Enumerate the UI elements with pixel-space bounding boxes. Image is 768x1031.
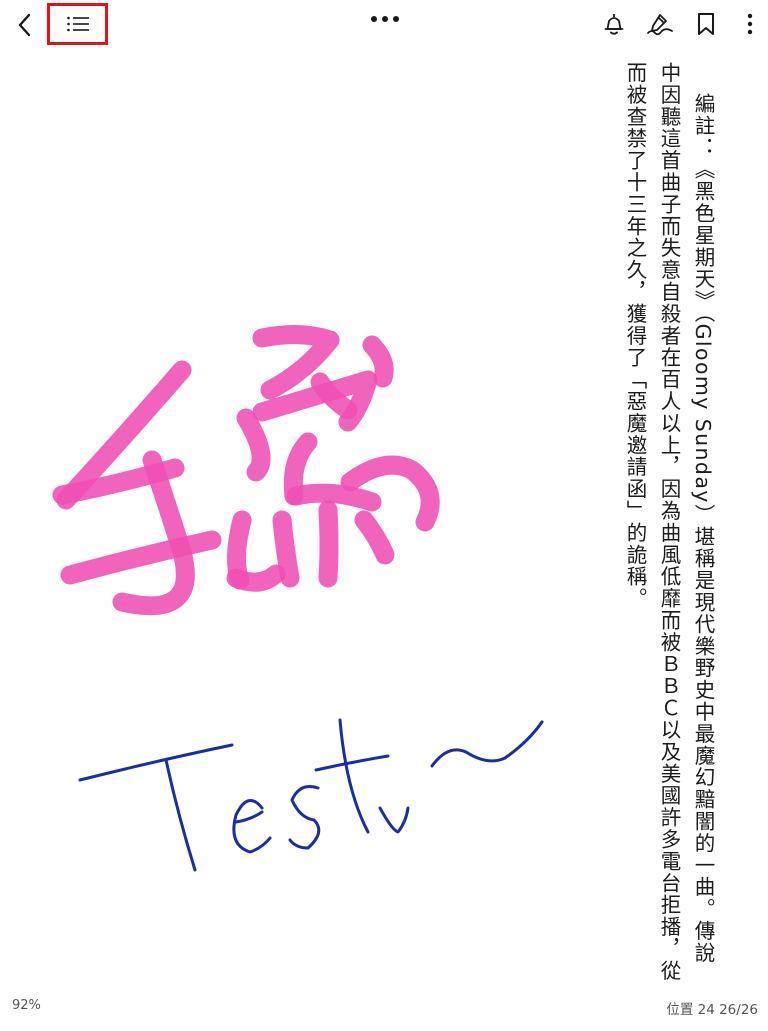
more-options-button[interactable] (364, 6, 406, 32)
pink-handwriting-annotation (52, 324, 440, 616)
reader-screen: 編註：《黑色星期天》（Gloomy Sunday）堪稱是現代樂野史中最魔幻黯闇的… (0, 0, 768, 1031)
bookmark-icon (698, 13, 714, 35)
paragraph: 編註：《黑色星期天》（Gloomy Sunday）堪稱是現代樂野史中最魔幻黯闇的… (623, 62, 715, 982)
top-toolbar (0, 0, 768, 50)
draw-annotation-button[interactable] (642, 8, 678, 40)
vertical-dots-icon (747, 13, 753, 35)
read-aloud-button[interactable] (598, 8, 630, 40)
zoom-level-label: 92% (12, 998, 41, 1013)
back-button[interactable] (8, 8, 42, 42)
table-of-contents-button[interactable] (47, 3, 108, 45)
pen-scribble-icon (647, 14, 673, 36)
book-page-text: 編註：《黑色星期天》（Gloomy Sunday）堪稱是現代樂野史中最魔幻黯闇的… (618, 62, 720, 982)
blue-handwriting-annotation (78, 718, 544, 872)
overflow-menu-button[interactable] (736, 8, 764, 40)
chevron-left-icon (18, 13, 31, 37)
bookmark-button[interactable] (690, 8, 722, 40)
reading-position-label: 位置 24 26/26 (666, 1002, 758, 1018)
bell-speaker-icon (604, 14, 624, 35)
horizontal-dots-icon (371, 16, 399, 22)
list-icon (66, 16, 89, 32)
